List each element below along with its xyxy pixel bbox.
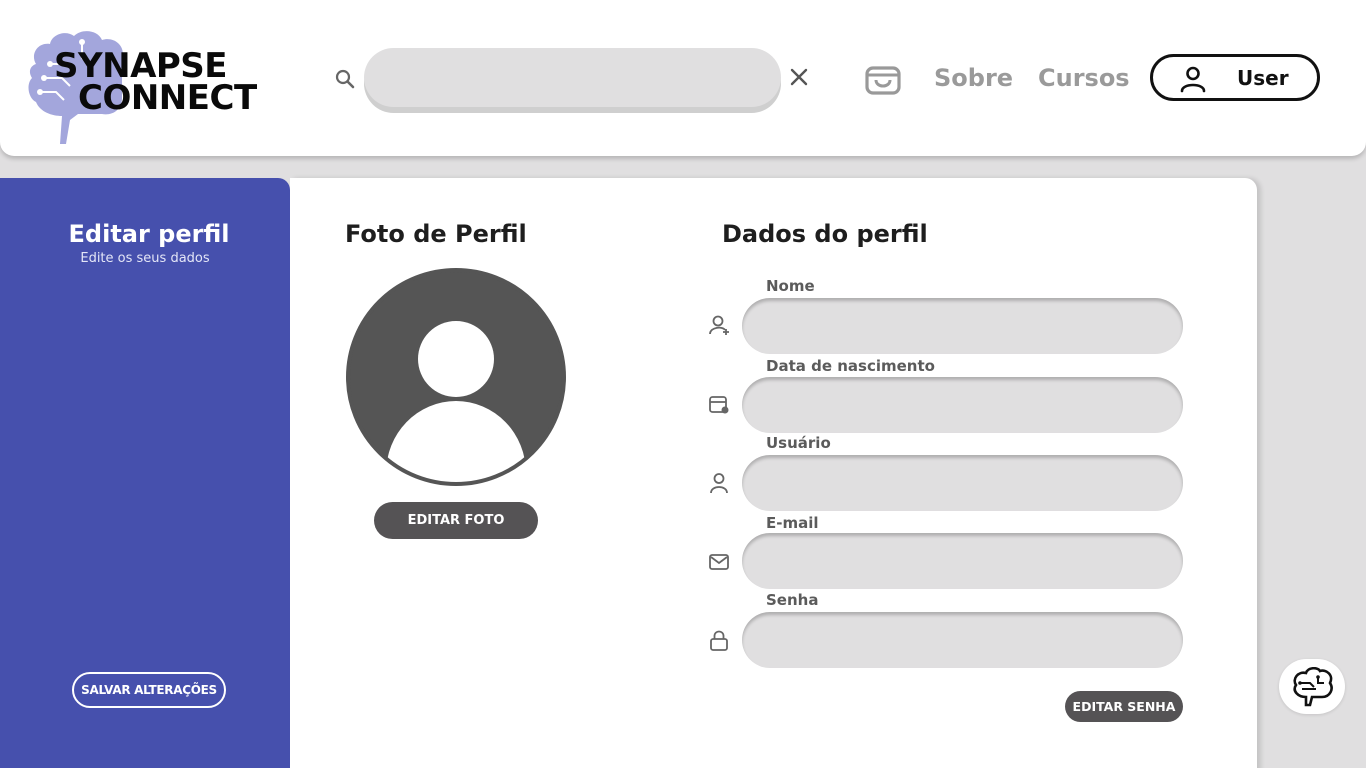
nav-link-sobre[interactable]: Sobre (934, 60, 1013, 96)
password-label: Senha (766, 591, 819, 609)
search-icon[interactable] (334, 68, 356, 90)
clear-search-icon[interactable] (790, 68, 808, 86)
sidebar-title: Editar perfil (68, 220, 230, 248)
search-input[interactable] (364, 48, 781, 107)
profile-card: Foto de Perfil EDITAR FOTO Dados do perf… (290, 178, 1257, 768)
assistant-chat-button[interactable] (1279, 659, 1345, 714)
password-field[interactable] (742, 612, 1183, 668)
user-icon (1180, 66, 1206, 93)
nav-link-cursos[interactable]: Cursos (1038, 60, 1130, 96)
save-changes-button[interactable]: SALVAR ALTERAÇÕES (72, 672, 226, 708)
data-section-title: Dados do perfil (722, 220, 928, 248)
birthdate-label: Data de nascimento (766, 357, 935, 375)
username-field[interactable] (742, 455, 1183, 511)
photo-section-title: Foto de Perfil (345, 220, 527, 248)
name-field[interactable] (742, 298, 1183, 354)
header: SYNAPSE CONNECT Sobre Cursos User (0, 0, 1366, 156)
birthdate-field[interactable] (742, 377, 1183, 433)
email-field[interactable] (742, 533, 1183, 589)
mail-icon (709, 554, 729, 570)
shopping-bag-icon[interactable] (864, 60, 902, 96)
edit-password-button[interactable]: EDITAR SENHA (1065, 691, 1183, 722)
user-icon (710, 473, 728, 494)
username-label: Usuário (766, 434, 831, 452)
user-add-icon (709, 315, 729, 335)
brain-chat-icon (1293, 666, 1333, 706)
avatar-placeholder-icon (346, 268, 566, 486)
lock-icon (710, 630, 728, 651)
user-button-label: User (1237, 66, 1289, 90)
calendar-user-icon (709, 396, 729, 414)
user-button[interactable]: User (1150, 54, 1320, 101)
edit-photo-button[interactable]: EDITAR FOTO (374, 502, 538, 539)
logo-text-line2: CONNECT (78, 78, 257, 118)
email-label: E-mail (766, 514, 819, 532)
sidebar: Editar perfil Edite os seus dados SALVAR… (0, 178, 290, 768)
sidebar-subtitle: Edite os seus dados (80, 251, 210, 266)
name-label: Nome (766, 277, 815, 295)
